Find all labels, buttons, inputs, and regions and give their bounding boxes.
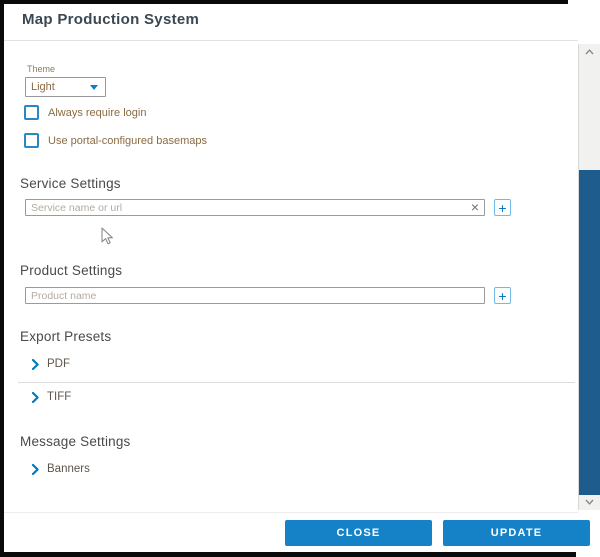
export-presets-heading: Export Presets: [20, 329, 111, 344]
message-item-label: Banners: [47, 463, 90, 475]
theme-dropdown[interactable]: Light: [25, 77, 106, 97]
theme-label: Theme: [27, 64, 55, 74]
footer-divider: [4, 512, 578, 513]
close-button[interactable]: CLOSE: [285, 520, 432, 546]
chevron-down-icon: [90, 85, 98, 90]
update-button[interactable]: UPDATE: [443, 520, 590, 546]
preset-row-tiff[interactable]: TIFF: [32, 391, 71, 403]
scroll-down-icon[interactable]: [579, 499, 600, 505]
preset-divider: [18, 382, 575, 383]
message-settings-heading: Message Settings: [20, 434, 131, 449]
scrollbar-thumb[interactable]: [579, 170, 600, 495]
chevron-right-icon: [32, 464, 39, 475]
product-name-input[interactable]: [25, 287, 485, 304]
preset-label: TIFF: [47, 391, 71, 403]
chevron-right-icon: [32, 359, 39, 370]
vertical-scrollbar[interactable]: [578, 44, 600, 510]
clear-icon[interactable]: ×: [468, 199, 482, 216]
service-settings-heading: Service Settings: [20, 176, 121, 191]
always-require-login-checkbox[interactable]: [24, 105, 39, 120]
mouse-cursor-icon: [101, 227, 114, 251]
product-settings-heading: Product Settings: [20, 263, 122, 278]
portal-basemaps-row: Use portal-configured basemaps: [24, 133, 207, 148]
scroll-up-icon[interactable]: [579, 49, 600, 55]
always-require-login-label: Always require login: [48, 107, 146, 119]
service-name-input[interactable]: [25, 199, 485, 216]
message-row-banners[interactable]: Banners: [32, 463, 90, 475]
preset-label: PDF: [47, 358, 70, 370]
map-production-system-dialog: Map Production System Theme Light Always…: [0, 0, 600, 557]
always-require-login-row: Always require login: [24, 105, 146, 120]
capture-frame-top: [0, 0, 568, 4]
dialog-title: Map Production System: [22, 11, 199, 28]
preset-row-pdf[interactable]: PDF: [32, 358, 70, 370]
header-divider: [4, 40, 578, 41]
chevron-right-icon: [32, 392, 39, 403]
capture-frame-bottom: [0, 552, 576, 557]
theme-dropdown-value: Light: [31, 81, 55, 93]
capture-frame-left: [0, 0, 4, 557]
add-service-button[interactable]: +: [494, 199, 511, 216]
add-product-button[interactable]: +: [494, 287, 511, 304]
portal-basemaps-label: Use portal-configured basemaps: [48, 135, 207, 147]
portal-basemaps-checkbox[interactable]: [24, 133, 39, 148]
